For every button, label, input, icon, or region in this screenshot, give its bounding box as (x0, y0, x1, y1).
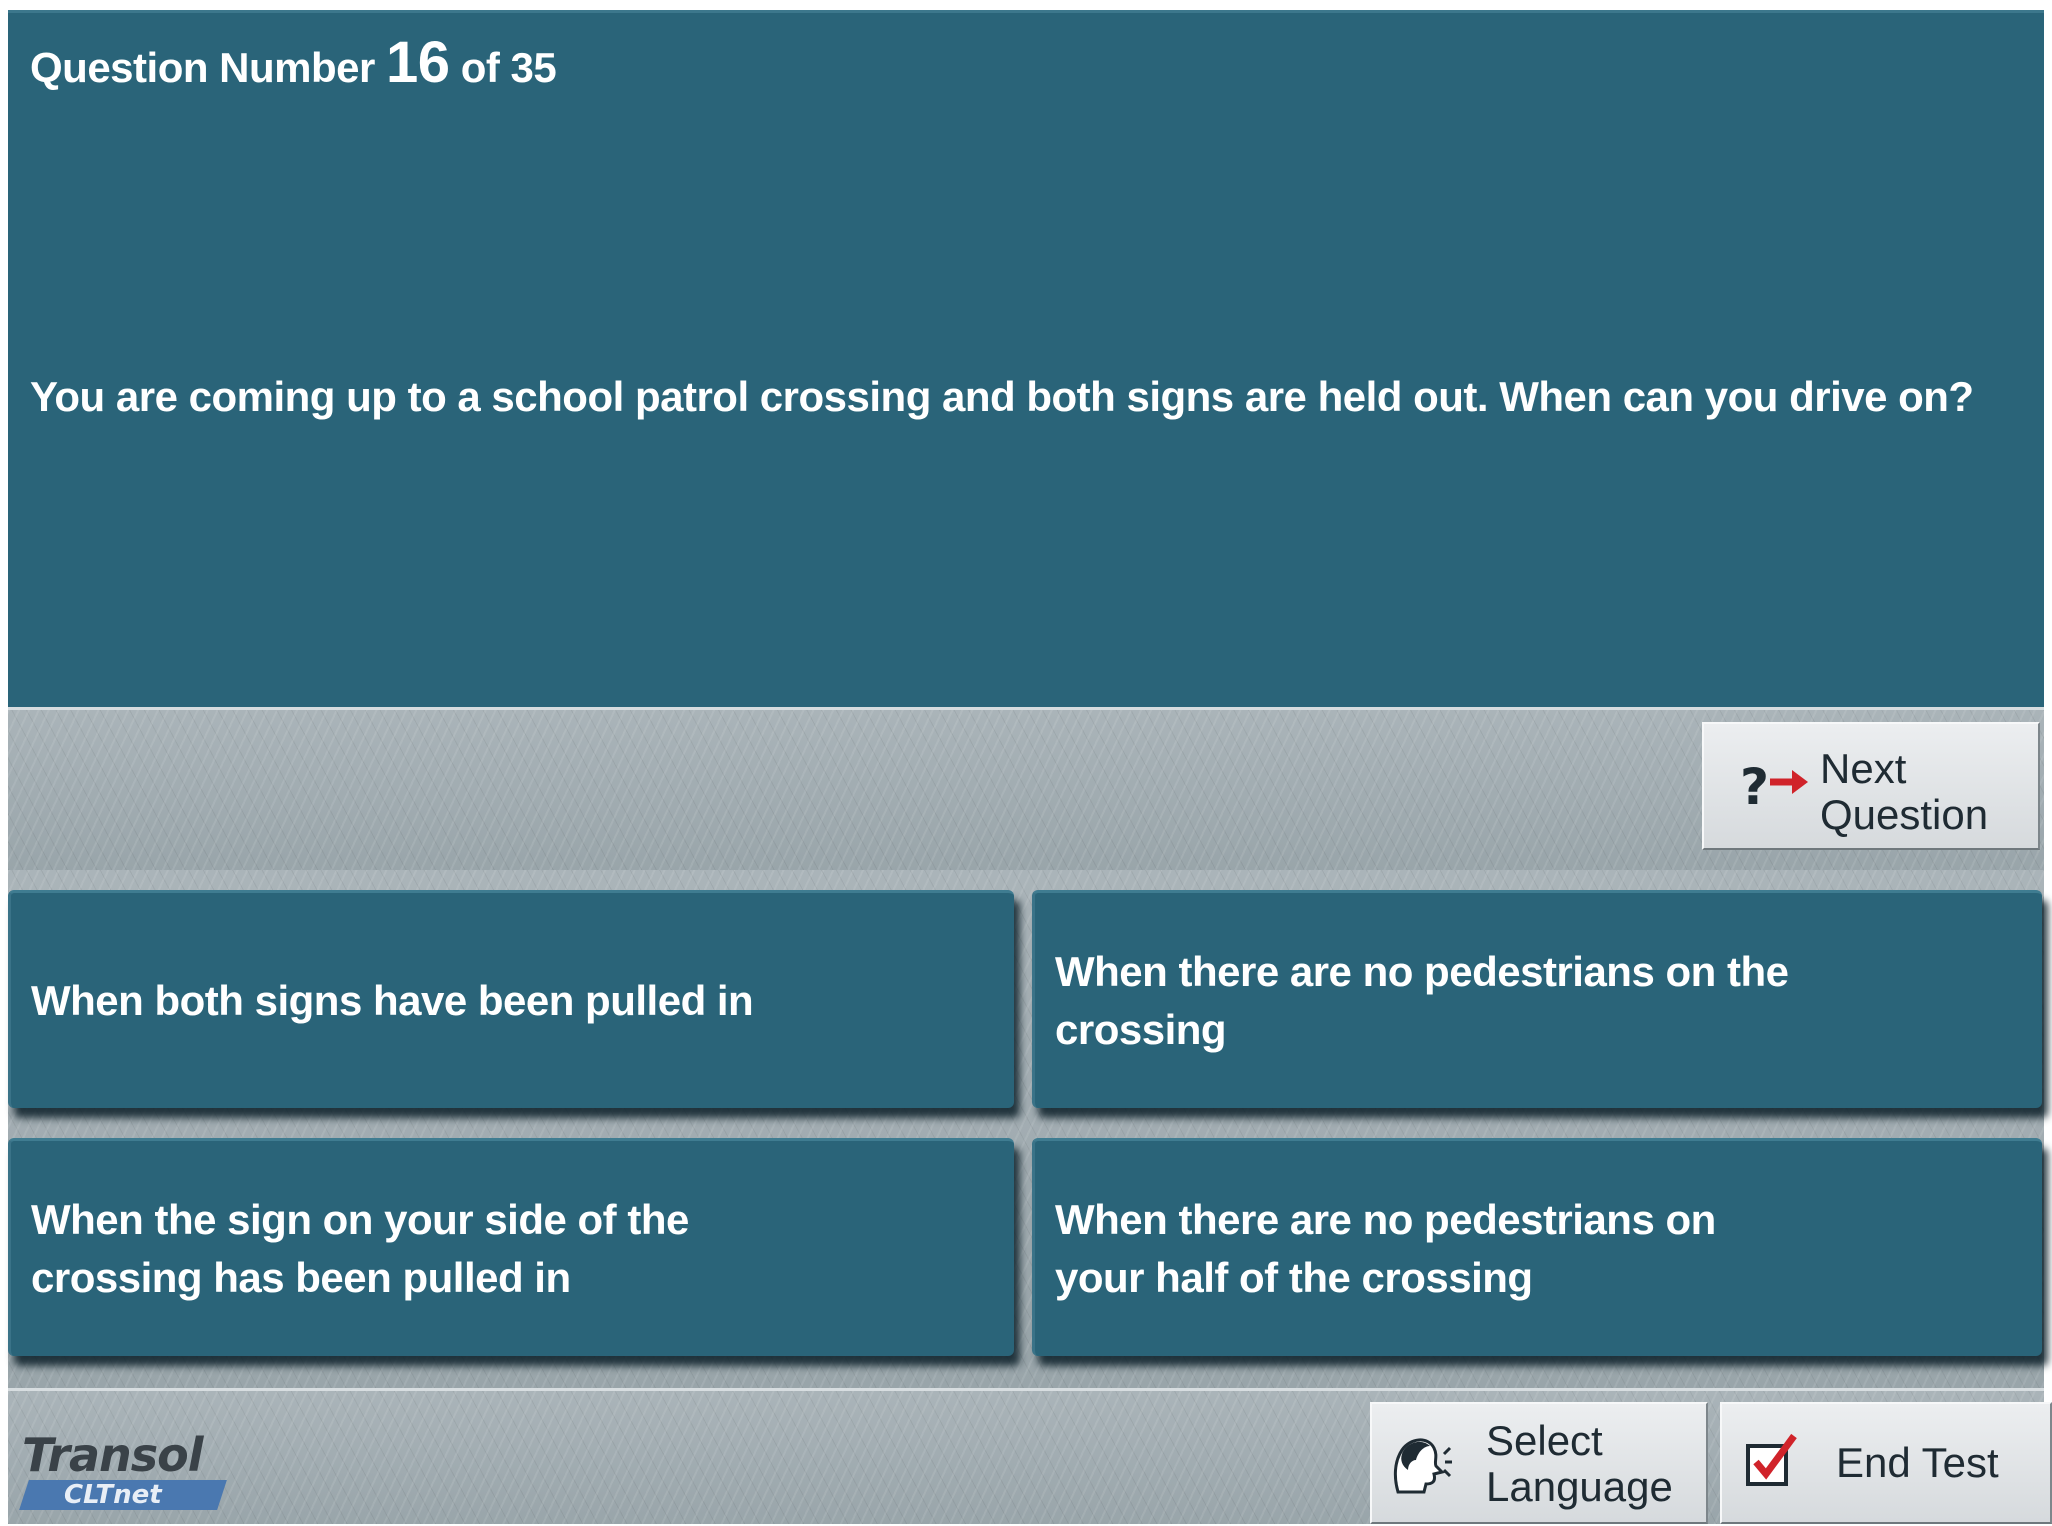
answer-option-2-line2: crossing (1055, 1005, 1227, 1053)
answer-option-4[interactable]: When there are no pedestrians on your ha… (1032, 1138, 2042, 1356)
checkmark-icon (1746, 1433, 1797, 1486)
svg-text:?: ? (1740, 758, 1769, 814)
select-language-label: Select Language (1486, 1418, 1696, 1510)
question-counter-suffix: of 35 (460, 44, 557, 91)
select-language-label-line2: Language (1486, 1463, 1673, 1510)
next-question-label: Next Question (1820, 746, 2030, 838)
logo-subbrand: CLTnet (64, 1480, 162, 1510)
transol-logo: Transol CLTnet (19, 1428, 242, 1510)
answer-option-4-text: When there are no pedestrians on your ha… (1055, 1191, 2022, 1307)
end-test-label: End Test (1836, 1439, 1999, 1486)
answer-option-3-text: When the sign on your side of the crossi… (31, 1191, 994, 1307)
select-language-label-line1: Select (1486, 1417, 1603, 1464)
logo-brand: Transol (22, 1428, 204, 1482)
question-text: You are coming up to a school patrol cro… (30, 373, 1974, 420)
answer-option-3-line2: crossing has been pulled in (31, 1253, 571, 1301)
answer-option-3-line1: When the sign on your side of the (31, 1195, 689, 1243)
question-panel: Question Number 16 of 35 You are coming … (8, 10, 2044, 710)
question-current-number: 16 (386, 30, 450, 95)
question-counter-prefix: Question Number (30, 44, 375, 91)
next-question-label-line2: Question (1820, 791, 1989, 838)
answer-option-3[interactable]: When the sign on your side of the crossi… (8, 1138, 1014, 1356)
question-counter: Question Number 16 of 35 (30, 29, 557, 96)
answer-option-1[interactable]: When both signs have been pulled in (8, 890, 1014, 1108)
answer-option-2-line1: When there are no pedestrians on the (1055, 947, 1789, 995)
answer-option-2-text: When there are no pedestrians on the cro… (1055, 943, 2022, 1059)
question-arrow-icon: ? (1740, 758, 1808, 814)
answer-option-1-text: When both signs have been pulled in (31, 976, 754, 1024)
next-question-button[interactable]: ? Next Question (1702, 722, 2040, 850)
select-language-button[interactable]: Select Language (1370, 1402, 1708, 1524)
end-test-button[interactable]: End Test (1720, 1402, 2052, 1524)
answer-option-2[interactable]: When there are no pedestrians on the cro… (1032, 890, 2042, 1108)
answer-option-4-line2: your half of the crossing (1055, 1253, 1533, 1301)
answer-option-4-line1: When there are no pedestrians on (1055, 1195, 1716, 1243)
next-question-label-line1: Next (1820, 745, 1907, 792)
logo-subbrand-badge: CLTnet (19, 1480, 227, 1510)
exam-window: Question Number 16 of 35 You are coming … (8, 10, 2052, 1524)
speaking-head-icon (1393, 1438, 1452, 1494)
